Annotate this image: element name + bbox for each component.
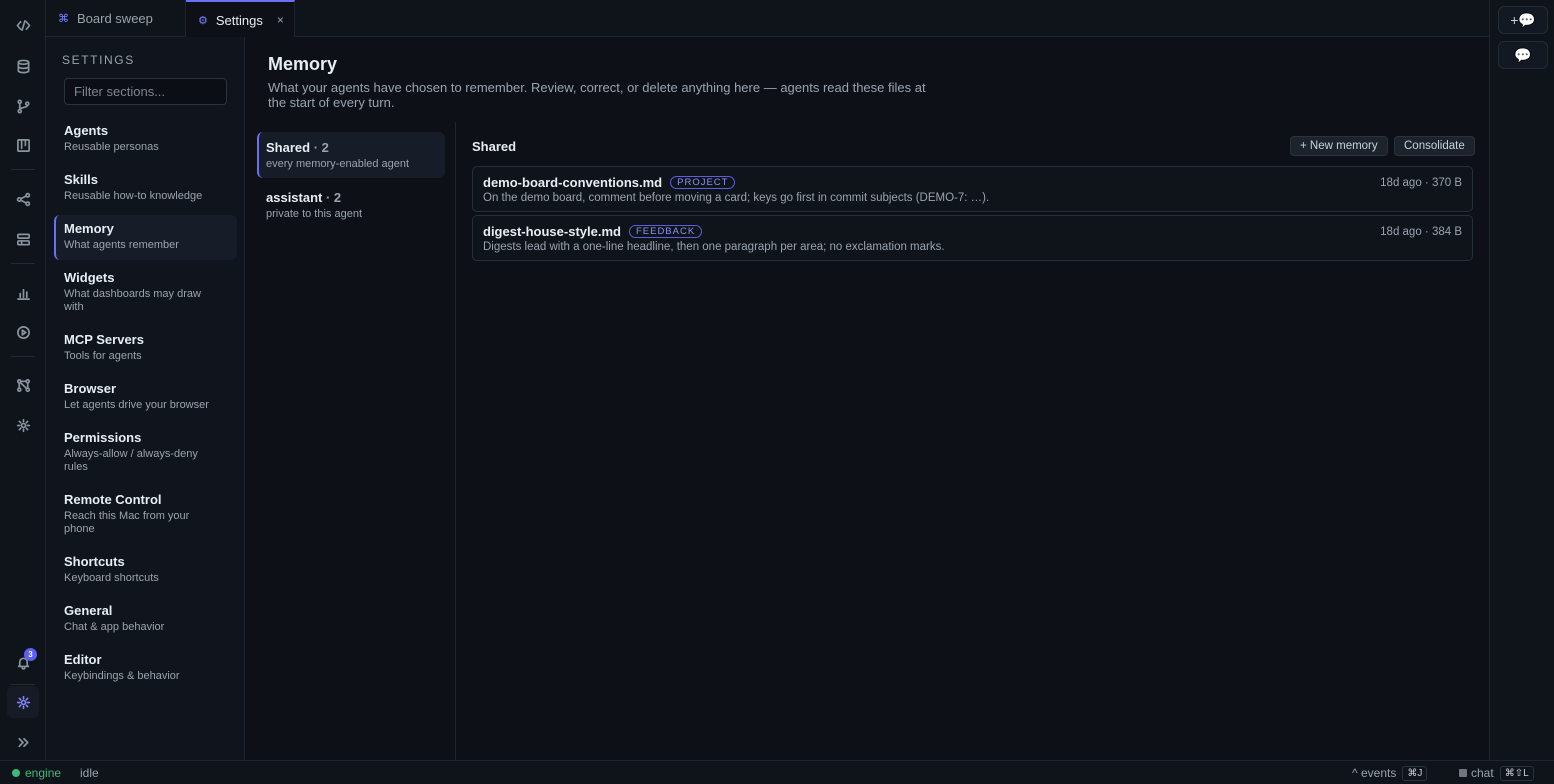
memory-text: Digests lead with a one-line headline, t…: [483, 241, 945, 253]
tab-label: Settings: [215, 12, 263, 28]
memory-filename: demo-board-conventions.md: [483, 175, 663, 190]
right-rail: +💬 💬: [1489, 0, 1554, 760]
memory-entry[interactable]: digest-house-style.md FEEDBACK 18d ago ·…: [472, 215, 1473, 261]
nav-item-subtitle: Reusable personas: [64, 141, 159, 153]
memory-filename: digest-house-style.md: [483, 224, 621, 239]
nav-item-title: Editor: [64, 652, 102, 667]
activity-bar: 3: [0, 0, 46, 760]
scope-item-assistant[interactable]: assistant · 2 private to this agent: [257, 182, 445, 228]
events-label: ^ events: [1352, 766, 1397, 780]
tab-bar: ⌘ Board sweep ⚙ Settings ×: [46, 0, 1489, 38]
scope-subtitle: private to this agent: [266, 208, 363, 220]
notification-badge: 3: [24, 648, 37, 661]
page-description: What your agents have chosen to remember…: [268, 80, 926, 110]
nav-item-skills[interactable]: Skills Reusable how-to knowledge: [54, 166, 237, 213]
memory-meta: 18d ago · 370 B: [1380, 176, 1462, 189]
tab-board-sweep[interactable]: ⌘ Board sweep: [46, 0, 186, 37]
nav-item-subtitle: Keyboard shortcuts: [64, 572, 159, 584]
scope-subtitle: every memory-enabled agent: [266, 158, 410, 170]
engine-status[interactable]: engine: [12, 761, 61, 784]
page-title: Memory: [268, 54, 338, 74]
nav-item-title: Memory: [64, 221, 114, 236]
nav-item-widgets[interactable]: Widgets What dashboards may draw with: [54, 264, 237, 322]
nav-item-subtitle: Always-allow / always-deny rules: [64, 448, 198, 473]
nav-item-permissions[interactable]: Permissions Always-allow / always-deny r…: [54, 424, 237, 482]
play-icon[interactable]: [7, 316, 39, 348]
nav-item-shortcuts[interactable]: Shortcuts Keyboard shortcuts: [54, 548, 237, 593]
nav-item-browser[interactable]: Browser Let agents drive your browser: [54, 375, 237, 420]
nav-item-title: Permissions: [64, 430, 142, 445]
scope-count: · 2: [310, 140, 329, 155]
memory-tag: PROJECT: [670, 176, 736, 189]
chat-square-icon: [1459, 769, 1467, 777]
nav-item-editor[interactable]: Editor Keybindings & behavior: [54, 646, 237, 691]
layout-icon[interactable]: [7, 223, 39, 255]
scope-count: · 2: [322, 190, 342, 205]
memory-text: On the demo board, comment before moving…: [483, 192, 990, 204]
engine-state: idle: [80, 766, 99, 780]
bell-icon[interactable]: 3: [7, 646, 39, 678]
tab-settings[interactable]: ⚙ Settings ×: [186, 0, 295, 38]
chat-icon[interactable]: 💬: [1498, 41, 1548, 69]
expand-icon[interactable]: [7, 726, 39, 758]
new-memory-button[interactable]: + New memory: [1290, 136, 1388, 156]
consolidate-button[interactable]: Consolidate: [1394, 136, 1475, 156]
chat-label: chat: [1471, 766, 1494, 780]
memory-entry[interactable]: demo-board-conventions.md PROJECT 18d ag…: [472, 166, 1473, 212]
git-branch-icon[interactable]: [7, 90, 39, 122]
chart-icon[interactable]: [7, 277, 39, 309]
memory-panel: Memory What your agents have chosen to r…: [246, 37, 1489, 760]
share-icon[interactable]: [7, 183, 39, 215]
nav-item-subtitle: Reusable how-to knowledge: [64, 190, 203, 202]
status-dot-icon: [12, 769, 20, 777]
nav-item-mcp-servers[interactable]: MCP Servers Tools for agents: [54, 326, 237, 371]
nav-item-title: MCP Servers: [64, 332, 144, 347]
nav-item-subtitle: Chat & app behavior: [64, 621, 165, 633]
memory-meta: 18d ago · 384 B: [1380, 225, 1462, 238]
nav-item-title: Shortcuts: [64, 554, 125, 569]
command-icon: ⌘: [58, 13, 69, 25]
code-icon[interactable]: [7, 9, 39, 41]
board-icon[interactable]: [7, 129, 39, 161]
nav-item-remote-control[interactable]: Remote Control Reach this Mac from your …: [54, 486, 237, 544]
settings-icon[interactable]: [7, 686, 39, 718]
settings-heading: SETTINGS: [62, 53, 135, 67]
new-chat-button[interactable]: +💬: [1498, 6, 1548, 34]
events-shortcut: ⌘J: [1402, 765, 1428, 781]
scope-name: assistant: [266, 190, 323, 205]
nav-item-subtitle: Keybindings & behavior: [64, 670, 180, 682]
chat-shortcut: ⌘⇧L: [1499, 765, 1534, 781]
close-icon[interactable]: ×: [277, 13, 284, 27]
scope-name: Shared: [266, 140, 311, 155]
workflow-icon[interactable]: [7, 369, 39, 401]
filter-sections-input[interactable]: [64, 78, 227, 105]
nav-item-general[interactable]: General Chat & app behavior: [54, 597, 237, 642]
engine-label: engine: [25, 766, 62, 780]
nav-item-title: Agents: [64, 123, 109, 138]
memory-tag: FEEDBACK: [628, 225, 703, 238]
nav-item-subtitle: Tools for agents: [64, 350, 142, 362]
nav-item-title: Browser: [64, 381, 117, 396]
nav-item-subtitle: What agents remember: [64, 239, 179, 251]
scope-item-shared[interactable]: Shared · 2 every memory-enabled agent: [257, 132, 445, 178]
nav-item-subtitle: Reach this Mac from your phone: [64, 510, 190, 535]
status-bar: engine idle ^ events ⌘J chat ⌘⇧L: [0, 760, 1554, 784]
nav-item-title: Skills: [64, 172, 98, 187]
database-icon[interactable]: [7, 50, 39, 82]
gear-icon[interactable]: [7, 409, 39, 441]
nav-item-title: Widgets: [64, 270, 115, 285]
settings-tab-icon: ⚙: [198, 14, 208, 27]
chat-toggle[interactable]: chat ⌘⇧L: [1459, 761, 1534, 784]
events-toggle[interactable]: ^ events ⌘J: [1352, 761, 1428, 784]
nav-item-title: General: [64, 603, 113, 618]
nav-item-memory[interactable]: Memory What agents remember: [54, 215, 237, 260]
nav-item-subtitle: What dashboards may draw with: [64, 288, 201, 313]
nav-item-agents[interactable]: Agents Reusable personas: [54, 117, 237, 164]
detail-title: Shared: [472, 139, 517, 154]
tab-label: Board sweep: [77, 11, 153, 26]
nav-item-subtitle: Let agents drive your browser: [64, 399, 209, 411]
nav-item-title: Remote Control: [64, 492, 162, 507]
memory-scope-list: Shared · 2 every memory-enabled agent as…: [246, 122, 456, 760]
settings-nav: SETTINGS Agents Reusable personas Skills…: [46, 37, 245, 760]
